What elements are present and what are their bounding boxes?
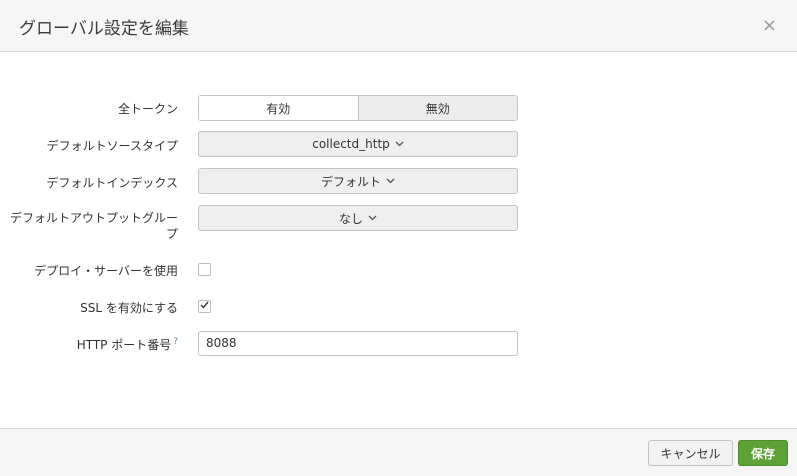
all-tokens-label: 全トークン: [117, 102, 178, 116]
http-port-input[interactable]: 8088: [198, 331, 518, 356]
default-sourcetype-value: collectd_http: [312, 137, 390, 151]
edit-global-settings-modal: グローバル設定を編集 × 全トークン 有効 無効 デフォルトソースタイプ col…: [0, 0, 797, 476]
default-index-value: デフォルト: [320, 174, 381, 189]
enabled-option-button[interactable]: 有効: [199, 96, 358, 120]
default-index-label: デフォルトインデックス: [46, 176, 178, 190]
use-deployment-server-checkbox[interactable]: [198, 263, 211, 276]
default-output-group-dropdown[interactable]: なし: [198, 205, 518, 231]
default-index-dropdown[interactable]: デフォルト: [198, 168, 518, 194]
cancel-button[interactable]: キャンセル: [648, 440, 733, 466]
use-deployment-server-label: デプロイ・サーバーを使用: [34, 264, 178, 278]
modal-header: グローバル設定を編集 ×: [0, 0, 797, 52]
default-sourcetype-dropdown[interactable]: collectd_http: [198, 131, 518, 157]
default-output-group-label: デフォルトアウトプットグループ: [9, 211, 178, 241]
enable-ssl-checkbox[interactable]: [198, 300, 211, 313]
all-tokens-toggle: 有効 無効: [198, 95, 518, 121]
http-port-label-text: HTTP ポート番号: [76, 338, 172, 352]
default-output-group-value: なし: [338, 211, 363, 226]
checkmark-icon: [200, 301, 209, 312]
default-sourcetype-label: デフォルトソースタイプ: [46, 139, 178, 153]
chevron-down-icon: [368, 213, 377, 224]
close-icon[interactable]: ×: [762, 15, 777, 36]
modal-footer: キャンセル 保存: [0, 428, 797, 476]
enable-ssl-label: SSL を有効にする: [80, 301, 178, 315]
save-button[interactable]: 保存: [738, 440, 788, 466]
chevron-down-icon: [395, 139, 404, 150]
disabled-option-button[interactable]: 無効: [357, 96, 517, 120]
chevron-down-icon: [386, 176, 395, 187]
http-port-label: HTTP ポート番号?: [77, 336, 178, 353]
modal-title: グローバル設定を編集: [19, 19, 189, 39]
help-icon[interactable]: ?: [173, 337, 178, 347]
